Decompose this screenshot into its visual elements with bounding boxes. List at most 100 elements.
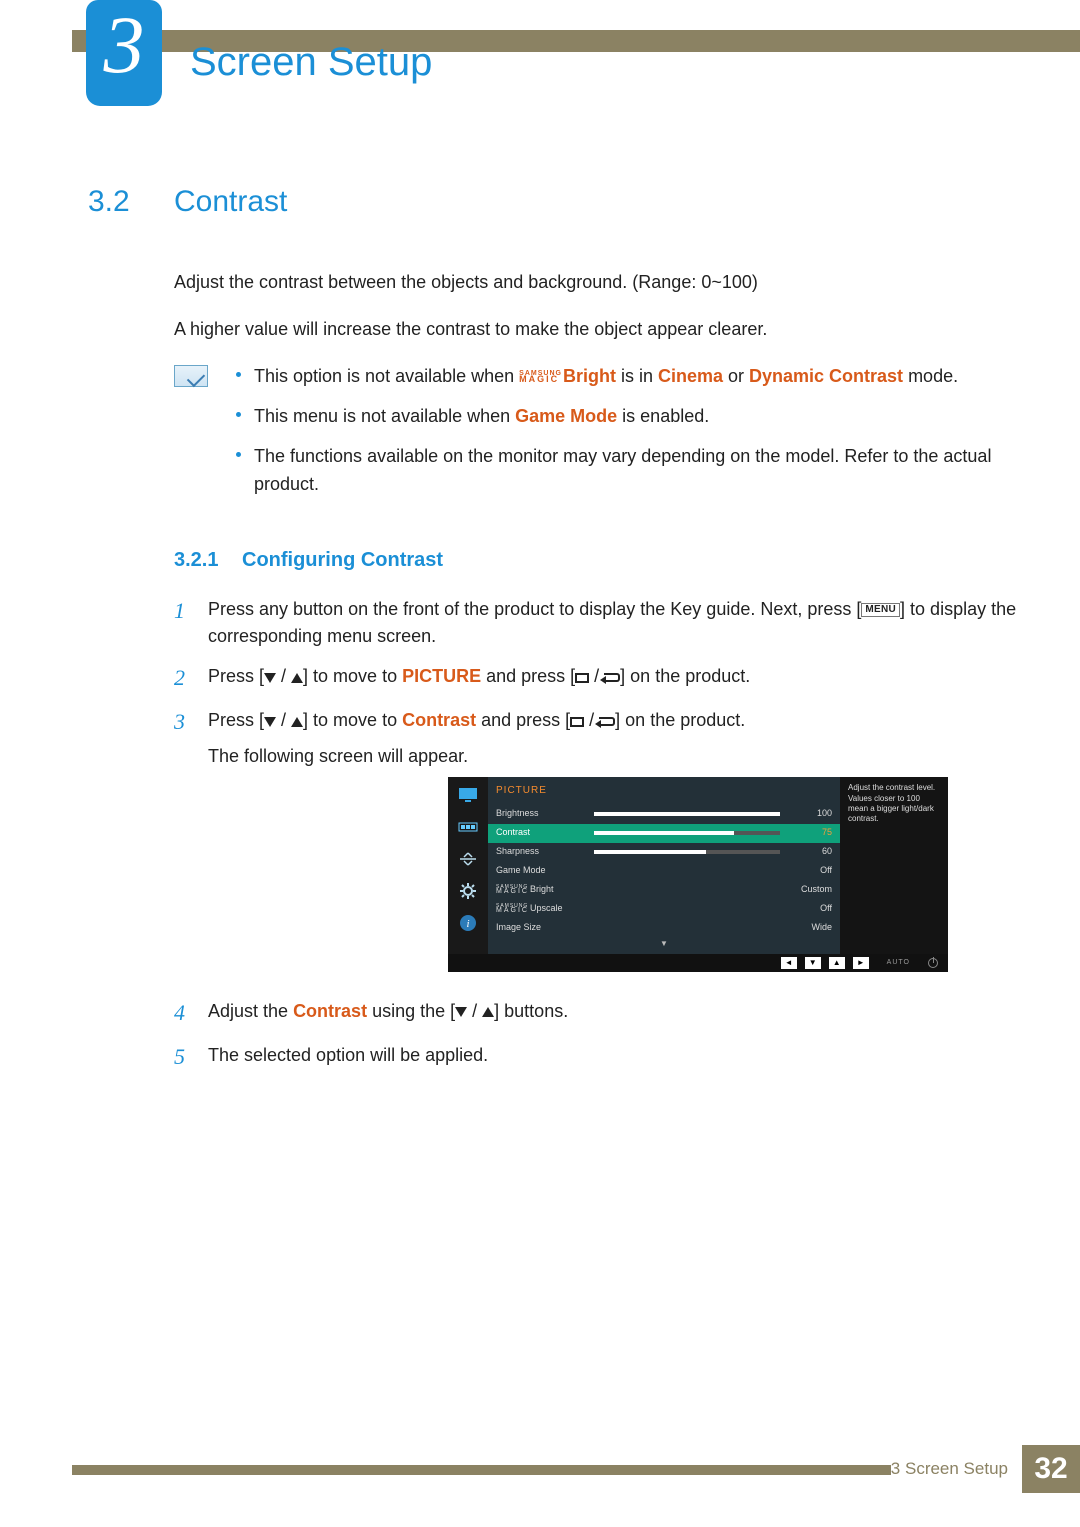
txt: is enabled. — [617, 406, 709, 426]
contrast-text: Contrast — [293, 1001, 367, 1021]
note-list: This option is not available when SAMSUN… — [236, 363, 1020, 511]
txt: ] to move to — [303, 666, 402, 686]
intro-line-1: Adjust the contrast between the objects … — [174, 269, 1020, 296]
dynamic-contrast-text: Dynamic Contrast — [749, 366, 903, 386]
step-text: Press any button on the front of the pro… — [208, 596, 1020, 652]
note-block: This option is not available when SAMSUN… — [174, 363, 1020, 511]
osd-screenshot: i PICTURE Brightness 100 Contr — [448, 777, 1020, 972]
osd-nav-up-icon: ▲ — [829, 957, 845, 969]
menu-button-icon: MENU — [861, 603, 900, 617]
osd-nav-right-icon: ► — [853, 957, 869, 969]
txt: This menu is not available when — [254, 406, 515, 426]
source-icon — [575, 673, 589, 683]
osd-label: Contrast — [496, 826, 588, 840]
osd-auto-label: AUTO — [887, 958, 910, 969]
osd-side-info-icon: i — [455, 913, 481, 933]
osd-sidebar: i — [448, 777, 488, 954]
up-icon — [291, 717, 303, 727]
step-text: Adjust the Contrast using the [ / ] butt… — [208, 998, 1020, 1030]
svg-text:i: i — [466, 918, 469, 930]
osd-value: 60 — [786, 845, 832, 859]
steps-list: 1 Press any button on the front of the p… — [174, 596, 1020, 1075]
chapter-number: 3 — [104, 4, 145, 86]
txt: Adjust the — [208, 1001, 293, 1021]
txt: MAGIC — [496, 908, 529, 914]
osd-row-gamemode: Game Mode Off — [488, 862, 840, 881]
subsection-heading: 3.2.1 Configuring Contrast — [174, 549, 1020, 572]
osd-side-color-icon — [455, 817, 481, 837]
osd-row-contrast: Contrast 75 — [488, 824, 840, 843]
osd-slider — [594, 831, 780, 835]
osd-value: 100 — [786, 807, 832, 821]
bright-text: Bright — [563, 366, 616, 386]
osd-heading: PICTURE — [488, 777, 840, 805]
osd-row-imagesize: Image Size Wide — [488, 919, 840, 938]
txt: and press [ — [481, 666, 575, 686]
up-icon — [482, 1007, 494, 1017]
osd-slider — [594, 812, 780, 816]
cinema-text: Cinema — [658, 366, 723, 386]
txt: ] to move to — [303, 710, 402, 730]
chapter-badge: 3 — [86, 0, 162, 106]
subsection-number: 3.2.1 — [174, 549, 242, 572]
enter-icon — [604, 673, 620, 683]
intro-block: Adjust the contrast between the objects … — [174, 269, 1020, 343]
step-5: 5 The selected option will be applied. — [174, 1042, 1020, 1074]
footer-label: 3 Screen Setup — [891, 1459, 1008, 1479]
down-icon — [455, 1007, 467, 1017]
txt: Press any button on the front of the pro… — [208, 599, 861, 619]
osd-slider — [594, 850, 780, 854]
txt: Bright — [530, 884, 554, 894]
osd-label: Game Mode — [496, 864, 588, 878]
osd-footer: ◄ ▼ ▲ ► AUTO — [448, 954, 948, 972]
osd-more-icon: ▼ — [488, 938, 840, 954]
step-number: 5 — [174, 1040, 208, 1074]
section-heading: 3.2 Contrast — [88, 185, 1020, 219]
osd-label: Image Size — [496, 921, 588, 935]
source-icon — [570, 717, 584, 727]
osd-row-sharpness: Sharpness 60 — [488, 843, 840, 862]
osd-row-magicbright: SAMSUNGMAGICBright Custom — [488, 881, 840, 900]
osd-side-size-icon — [455, 849, 481, 869]
txt: MAGIC — [496, 889, 529, 895]
txt: using the [ — [367, 1001, 455, 1021]
txt: MAGIC — [519, 376, 559, 383]
intro-line-2: A higher value will increase the contras… — [174, 316, 1020, 343]
note-icon — [174, 365, 208, 387]
game-mode-text: Game Mode — [515, 406, 617, 426]
note-item-3: The functions available on the monitor m… — [236, 443, 1020, 499]
osd-nav-left-icon: ◄ — [781, 957, 797, 969]
osd-side-picture-icon — [455, 785, 481, 805]
note-item-1: This option is not available when SAMSUN… — [236, 363, 1020, 391]
txt: ] on the product. — [615, 710, 745, 730]
txt: is in — [616, 366, 658, 386]
txt: The following screen will appear. — [208, 746, 468, 766]
down-icon — [264, 673, 276, 683]
osd-label: SAMSUNGMAGICBright — [496, 883, 588, 897]
step-text: The selected option will be applied. — [208, 1042, 1020, 1074]
osd-main: PICTURE Brightness 100 Contrast 75 — [488, 777, 840, 954]
step-number: 4 — [174, 996, 208, 1030]
txt: Upscale — [530, 903, 563, 913]
txt: ] buttons. — [494, 1001, 568, 1021]
step-number: 2 — [174, 661, 208, 695]
osd-nav-down-icon: ▼ — [805, 957, 821, 969]
osd-label: Brightness — [496, 807, 588, 821]
step-number: 3 — [174, 705, 208, 986]
section-number: 3.2 — [88, 185, 174, 219]
txt: mode. — [903, 366, 958, 386]
enter-icon — [599, 717, 615, 727]
osd-side-settings-icon — [455, 881, 481, 901]
picture-text: PICTURE — [402, 666, 481, 686]
osd-value: 75 — [786, 826, 832, 840]
step-number: 1 — [174, 594, 208, 652]
osd-label: SAMSUNGMAGICUpscale — [496, 902, 588, 916]
txt: Press [ — [208, 710, 264, 730]
step-4: 4 Adjust the Contrast using the [ / ] bu… — [174, 998, 1020, 1030]
osd-panel: i PICTURE Brightness 100 Contr — [448, 777, 948, 972]
txt: or — [723, 366, 749, 386]
osd-label: Sharpness — [496, 845, 588, 859]
step-3: 3 Press [ / ] to move to Contrast and pr… — [174, 707, 1020, 986]
osd-row-magicupscale: SAMSUNGMAGICUpscale Off — [488, 900, 840, 919]
contrast-text: Contrast — [402, 710, 476, 730]
